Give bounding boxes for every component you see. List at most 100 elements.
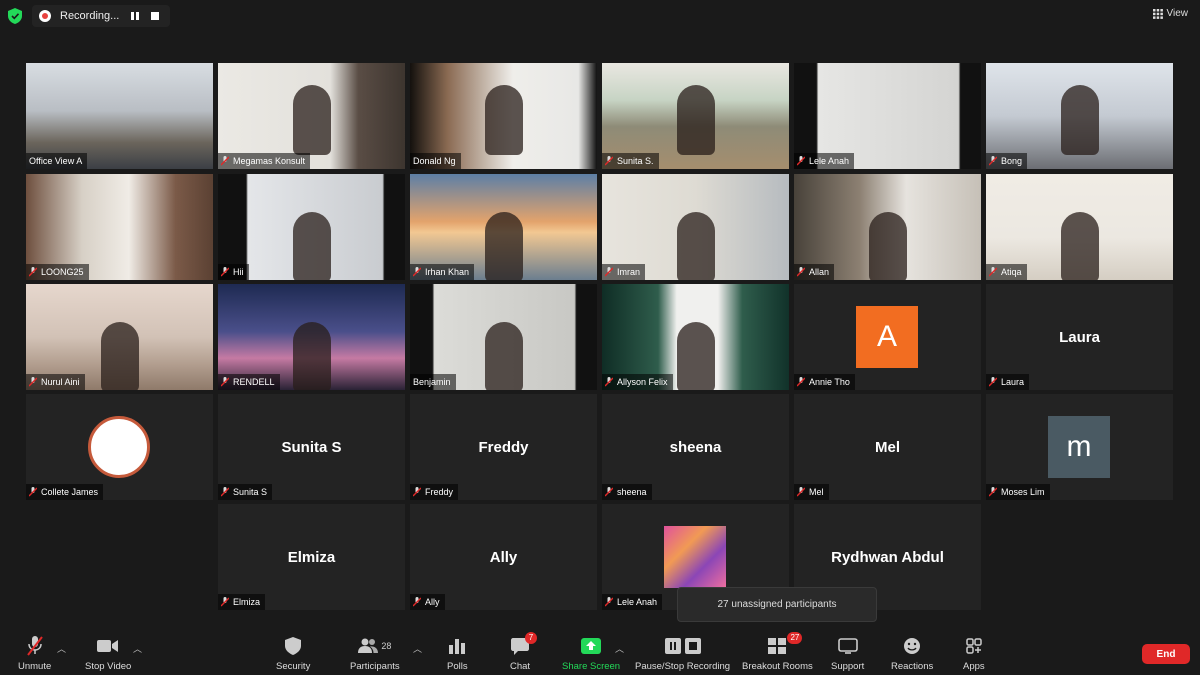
participant-name-label: Elmiza — [218, 594, 266, 610]
participant-tile[interactable]: Nurul Aini — [26, 284, 213, 390]
participants-caret-icon[interactable]: ︿ — [413, 642, 422, 655]
breakout-rooms-badge: 27 — [787, 632, 803, 644]
participant-name-label: Lele Anah — [602, 594, 663, 610]
muted-mic-icon — [797, 267, 805, 277]
stop-video-button[interactable]: Stop Video — [85, 634, 131, 672]
participant-display-name: sheena — [669, 439, 722, 456]
reaction-smiley-icon — [903, 634, 921, 658]
participant-tile[interactable]: Office View A — [26, 63, 213, 169]
participants-button[interactable]: 28 Participants — [350, 634, 400, 672]
apps-button[interactable]: Apps — [963, 634, 985, 672]
muted-mic-icon — [25, 634, 45, 658]
participant-tile[interactable]: Elmiza Elmiza — [218, 504, 405, 610]
participant-name-label: Allyson Felix — [602, 374, 673, 390]
muted-mic-icon — [989, 377, 997, 387]
polls-button[interactable]: Polls — [447, 634, 468, 672]
muted-mic-icon — [797, 487, 805, 497]
participant-tile[interactable]: Allan — [794, 174, 981, 280]
participant-tile[interactable]: Laura Laura — [986, 284, 1173, 390]
participant-tile[interactable]: Lele Anah — [794, 63, 981, 169]
participant-name-label: Lele Anah — [794, 153, 855, 169]
person-silhouette — [1060, 212, 1099, 280]
video-options-caret-icon[interactable]: ︿ — [133, 642, 142, 655]
muted-mic-icon — [413, 487, 421, 497]
participant-tile[interactable]: LOONG25 — [26, 174, 213, 280]
participant-tile[interactable]: Sunita S. — [602, 63, 789, 169]
participant-tile[interactable]: Ally Ally — [410, 504, 597, 610]
participant-name-label: Benjamin — [410, 374, 456, 390]
record-icon — [39, 10, 51, 22]
share-options-caret-icon[interactable]: ︿ — [615, 642, 624, 655]
stop-recording-button[interactable] — [146, 7, 164, 25]
person-silhouette — [484, 322, 523, 390]
participant-tile[interactable]: Donald Ng — [410, 63, 597, 169]
participant-name-label: Office View A — [26, 153, 88, 169]
muted-mic-icon — [221, 487, 229, 497]
security-button[interactable]: Security — [276, 634, 310, 672]
pause-stop-recording-button[interactable]: Pause/Stop Recording — [635, 634, 730, 672]
muted-mic-icon — [605, 597, 613, 607]
participant-tile[interactable]: Atiqa — [986, 174, 1173, 280]
reactions-button[interactable]: Reactions — [891, 634, 933, 672]
share-screen-arrow-icon — [581, 634, 602, 658]
participant-tile[interactable]: A Annie Tho — [794, 284, 981, 390]
muted-mic-icon — [221, 597, 229, 607]
participant-name: RENDELL — [233, 377, 275, 387]
participant-name-label: Donald Ng — [410, 153, 461, 169]
support-button[interactable]: Support — [831, 634, 864, 672]
breakout-rooms-button[interactable]: 27 Breakout Rooms — [742, 632, 813, 672]
participant-tile[interactable]: Imran — [602, 174, 789, 280]
share-screen-label: Share Screen — [562, 661, 621, 672]
chat-button[interactable]: 7 Chat — [510, 632, 538, 672]
participant-tile[interactable]: Hii — [218, 174, 405, 280]
participant-name-label: Mel — [794, 484, 829, 500]
participant-name: Megamas Konsult — [233, 156, 306, 166]
share-screen-button[interactable]: Share Screen — [562, 634, 620, 672]
stay-safe-logo — [88, 416, 150, 478]
participant-tile[interactable]: sheena sheena — [602, 394, 789, 500]
participants-icon: 28 — [358, 634, 391, 658]
grid-view-icon — [1152, 8, 1163, 19]
participant-tile[interactable]: Benjamin — [410, 284, 597, 390]
person-silhouette — [292, 85, 331, 155]
muted-mic-icon — [605, 156, 613, 166]
participant-name-label: Allan — [794, 264, 835, 280]
participant-name: Office View A — [29, 156, 83, 166]
participant-name-label: Ally — [410, 594, 445, 610]
participant-name-label: Megamas Konsult — [218, 153, 311, 169]
participant-name-label: Freddy — [410, 484, 459, 500]
audio-options-caret-icon[interactable]: ︿ — [57, 642, 66, 655]
participant-tile[interactable]: Bong — [986, 63, 1173, 169]
support-screen-icon — [837, 634, 858, 658]
chat-bubble-icon: 7 — [511, 632, 538, 658]
participant-name: Sunita S — [233, 487, 268, 497]
participant-tile[interactable]: Megamas Konsult — [218, 63, 405, 169]
participant-tile[interactable]: Freddy Freddy — [410, 394, 597, 500]
pause-recording-button[interactable] — [126, 7, 144, 25]
participant-name: Donald Ng — [413, 156, 456, 166]
participant-tile[interactable]: Allyson Felix — [602, 284, 789, 390]
muted-mic-icon — [29, 487, 37, 497]
end-meeting-button[interactable]: End — [1142, 644, 1190, 664]
participant-tile[interactable]: m Moses Lim — [986, 394, 1173, 500]
participant-name: Hii — [233, 267, 244, 277]
participant-tile[interactable]: Collete James — [26, 394, 213, 500]
shield-icon[interactable] — [8, 8, 22, 24]
video-camera-icon — [97, 634, 119, 658]
participant-name: Lele Anah — [809, 156, 850, 166]
meeting-toolbar: Unmute ︿ Stop Video ︿ Security 28 Partic… — [0, 630, 1200, 675]
participant-name-label: Hii — [218, 264, 249, 280]
participant-tile[interactable]: Sunita S Sunita S — [218, 394, 405, 500]
view-button[interactable]: View — [1152, 8, 1188, 19]
unmute-button[interactable]: Unmute — [18, 634, 51, 672]
muted-mic-icon — [605, 377, 613, 387]
breakout-rooms-label: Breakout Rooms — [742, 661, 813, 672]
participant-tile[interactable]: RENDELL — [218, 284, 405, 390]
participant-tile[interactable]: Mel Mel — [794, 394, 981, 500]
participant-name: Allan — [809, 267, 830, 277]
participant-name: Collete James — [41, 487, 99, 497]
muted-mic-icon — [797, 156, 805, 166]
participant-tile[interactable]: Irhan Khan — [410, 174, 597, 280]
participant-name: Mel — [809, 487, 824, 497]
top-bar: Recording... View — [0, 0, 1200, 32]
